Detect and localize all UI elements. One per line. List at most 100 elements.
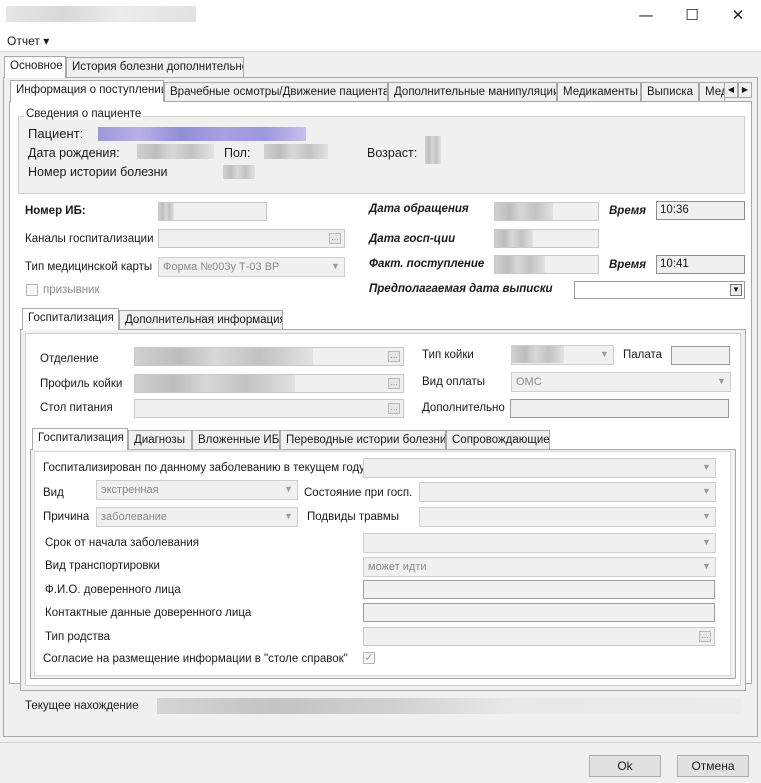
ellipsis-icon[interactable]: … — [388, 403, 400, 414]
cancel-button[interactable]: Отмена — [677, 755, 749, 777]
minimize-button[interactable]: — — [626, 0, 666, 30]
tab-history-extra[interactable]: История болезни дополнительно — [66, 57, 244, 77]
current-location-blurred — [157, 698, 741, 714]
trustee-name-field[interactable] — [363, 580, 715, 599]
transport-value: может идти — [368, 561, 427, 573]
tab-additional-info[interactable]: Дополнительная информация — [119, 310, 283, 330]
actual-time-field[interactable]: 10:41 — [656, 255, 745, 274]
tab-nested-ib[interactable]: Вложенные ИБ — [192, 430, 280, 450]
bed-profile-blurred — [135, 375, 295, 392]
kind-label: Вид — [43, 487, 64, 499]
payment-select[interactable]: ОМС ▼ — [511, 372, 731, 392]
actual-time-label: Время — [609, 259, 647, 271]
payment-label: Вид оплаты — [422, 376, 486, 388]
hospitalized-select[interactable]: ▼ — [363, 458, 716, 478]
sex-blurred — [264, 144, 328, 159]
trustee-contacts-label: Контактные данные доверенного лица — [45, 607, 252, 619]
history-number-blurred — [223, 165, 255, 179]
bed-profile-label: Профиль койки — [40, 378, 123, 390]
chevron-down-icon: ▼ — [717, 376, 726, 386]
tab-discharge[interactable]: Выписка — [641, 82, 699, 102]
tab-medications[interactable]: Медикаменты — [557, 82, 641, 102]
trustee-name-label: Ф.И.О. доверенного лица — [45, 584, 181, 596]
tab-exams[interactable]: Врачебные осмотры/Движение пациента — [164, 82, 388, 102]
state-select[interactable]: ▼ — [419, 482, 716, 502]
reason-value: заболевание — [101, 511, 168, 523]
chevron-down-icon: ▼ — [702, 511, 711, 521]
ib-number-label: Номер ИБ: — [25, 205, 86, 217]
extra-label: Дополнительно — [422, 402, 505, 414]
ward-field[interactable] — [671, 346, 730, 365]
conscript-label: призывник — [43, 284, 100, 296]
extra-field[interactable] — [510, 399, 729, 418]
tab-med-cut[interactable]: Мед — [699, 82, 725, 102]
consent-label: Согласие на размещение информации в "сто… — [43, 653, 348, 665]
tab-transfer-histories[interactable]: Переводные истории болезни — [280, 430, 446, 450]
actual-arrival-label: Факт. поступление — [369, 258, 485, 270]
close-button[interactable]: ✕ — [718, 0, 758, 30]
term-label: Срок от начала заболевания — [45, 537, 199, 549]
expected-discharge-label: Предполагаемая дата выписки — [369, 283, 553, 295]
relation-field[interactable]: … — [363, 627, 715, 646]
hospitalized-label: Госпитализирован по данному заболеванию … — [43, 462, 365, 474]
window-title-blurred — [6, 6, 196, 22]
history-number-label: Номер истории болезни — [28, 165, 168, 179]
tab-scroll-right-icon[interactable]: ▶ — [738, 82, 752, 98]
ellipsis-icon[interactable]: … — [699, 631, 711, 642]
sex-label: Пол: — [224, 146, 251, 160]
ellipsis-icon[interactable]: … — [388, 351, 400, 362]
patient-label: Пациент: — [28, 126, 84, 141]
age-label: Возраст: — [367, 146, 418, 160]
card-type-label: Тип медицинской карты — [25, 261, 153, 273]
card-type-select[interactable]: Форма №003у Т-03 ВР ▼ — [158, 257, 345, 277]
menu-report[interactable]: Отчет ▾ — [7, 34, 49, 48]
state-label: Состояние при госп. — [304, 487, 413, 499]
ib-number-field[interactable] — [158, 202, 267, 221]
tab-admission-info[interactable]: Информация о поступлении — [10, 80, 164, 102]
hosp-date-blurred — [495, 230, 533, 247]
tab-main[interactable]: Основное — [4, 56, 66, 78]
tab-diagnoses[interactable]: Диагнозы — [128, 430, 192, 450]
ellipsis-icon[interactable]: … — [329, 233, 341, 244]
maximize-button[interactable]: ☐ — [672, 0, 712, 30]
chevron-down-icon: ▼ — [284, 511, 293, 521]
tab-extra-manipulations[interactable]: Дополнительные манипуляции — [388, 82, 557, 102]
transport-select[interactable]: может идти ▼ — [363, 557, 716, 577]
chevron-down-icon: ▼ — [284, 484, 293, 494]
department-label: Отделение — [40, 353, 99, 365]
visit-date-label: Дата обращения — [369, 203, 469, 215]
trauma-select[interactable]: ▼ — [419, 507, 716, 527]
trauma-label: Подвиды травмы — [307, 511, 400, 523]
expected-discharge-field[interactable]: ▼ — [574, 281, 745, 299]
hosp-date-label: Дата госп-ции — [369, 233, 456, 245]
ib-number-blurred — [159, 203, 174, 220]
kind-select[interactable]: экстренная ▼ — [96, 480, 298, 500]
bed-type-label: Тип койки — [422, 349, 474, 361]
term-select[interactable]: ▼ — [363, 533, 716, 553]
ok-button[interactable]: Ok — [589, 755, 661, 777]
consent-checkbox[interactable]: ✓ — [363, 652, 375, 664]
conscript-checkbox[interactable] — [26, 284, 38, 296]
chevron-down-icon: ▼ — [702, 561, 711, 571]
tab-hospitalization[interactable]: Госпитализация — [22, 308, 119, 330]
tab-scroll-left-icon[interactable]: ◀ — [724, 82, 738, 98]
patient-info-title: Сведения о пациенте — [24, 108, 144, 120]
age-blurred — [425, 136, 441, 164]
visit-time-field[interactable]: 10:36 — [656, 201, 745, 220]
ellipsis-icon[interactable]: … — [388, 378, 400, 389]
trustee-contacts-field[interactable] — [363, 603, 715, 622]
channels-field[interactable]: … — [158, 229, 345, 248]
kind-value: экстренная — [101, 484, 159, 496]
tab-companions[interactable]: Сопровождающие — [446, 430, 550, 450]
payment-value: ОМС — [516, 376, 542, 388]
diet-field[interactable]: … — [134, 399, 404, 418]
calendar-dropdown-icon[interactable]: ▼ — [730, 284, 742, 296]
tab-inner-hospitalization[interactable]: Госпитализация — [32, 428, 128, 450]
reason-select[interactable]: заболевание ▼ — [96, 507, 298, 527]
chevron-down-icon: ▼ — [702, 537, 711, 547]
transport-label: Вид транспортировки — [45, 560, 160, 572]
birth-date-blurred — [137, 144, 214, 159]
ward-label: Палата — [623, 349, 663, 361]
patient-name-blurred — [98, 127, 306, 141]
current-location-label: Текущее нахождение — [25, 700, 139, 712]
